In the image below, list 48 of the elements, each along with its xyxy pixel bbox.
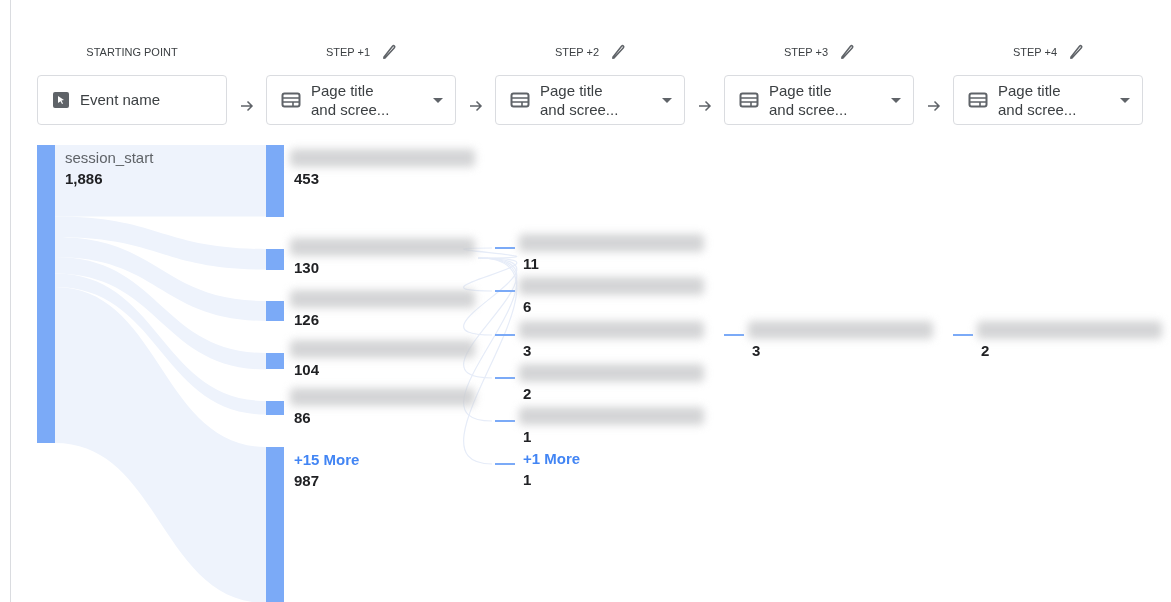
dimension-selector[interactable]: Page title and scree... <box>266 75 456 125</box>
arrow-icon <box>239 100 254 112</box>
pencil-icon[interactable] <box>382 44 397 60</box>
node-count: 2 <box>523 385 532 402</box>
arrow-icon <box>926 100 941 112</box>
node-count: 126 <box>294 310 320 328</box>
pencil-icon[interactable] <box>840 44 855 60</box>
node-count: 2 <box>981 342 990 359</box>
step-label: STEP +3 <box>783 46 829 58</box>
more-link[interactable]: +1 More <box>523 450 581 467</box>
node-count: 3 <box>752 342 761 359</box>
node-bar[interactable] <box>266 401 284 415</box>
dimension-selector[interactable]: Event name <box>37 75 227 125</box>
node-count: 987 <box>294 472 320 489</box>
node-count: 1,886 <box>65 170 103 187</box>
node-count: 1 <box>523 471 532 488</box>
more-link[interactable]: +15 More <box>294 451 360 468</box>
layout-icon <box>739 92 759 108</box>
node-count: 6 <box>523 298 532 315</box>
node-bar[interactable] <box>266 353 284 370</box>
step-label: STEP +1 <box>325 46 371 58</box>
node-count: 453 <box>294 170 320 187</box>
node-count: 104 <box>294 361 320 379</box>
pencil-icon[interactable] <box>611 44 626 60</box>
node-label: session_start <box>65 149 154 166</box>
node-bar[interactable] <box>266 249 284 270</box>
dimension-selector[interactable]: Page title and scree... <box>953 75 1143 125</box>
node-bar[interactable] <box>37 145 55 443</box>
cursor-icon <box>52 91 70 109</box>
pencil-icon[interactable] <box>1069 44 1084 60</box>
layout-icon <box>510 92 530 108</box>
layout-icon <box>281 92 301 108</box>
step-label: STARTING POINT <box>86 46 178 58</box>
node-count: 11 <box>523 255 539 272</box>
arrow-icon <box>468 100 483 112</box>
node-bar[interactable] <box>266 145 284 217</box>
step-label: STEP +4 <box>1012 46 1058 58</box>
layout-icon <box>968 92 988 108</box>
node-bar[interactable] <box>266 301 284 321</box>
dimension-selector[interactable]: Page title and scree... <box>724 75 914 125</box>
step-label: STEP +2 <box>554 46 600 58</box>
dimension-selector[interactable]: Page title and scree... <box>495 75 685 125</box>
node-count: 130 <box>294 259 320 277</box>
node-count: 1 <box>523 428 532 445</box>
node-count: 86 <box>294 409 311 426</box>
arrow-icon <box>697 100 712 112</box>
node-bar[interactable] <box>266 447 284 602</box>
node-count: 3 <box>523 342 532 359</box>
